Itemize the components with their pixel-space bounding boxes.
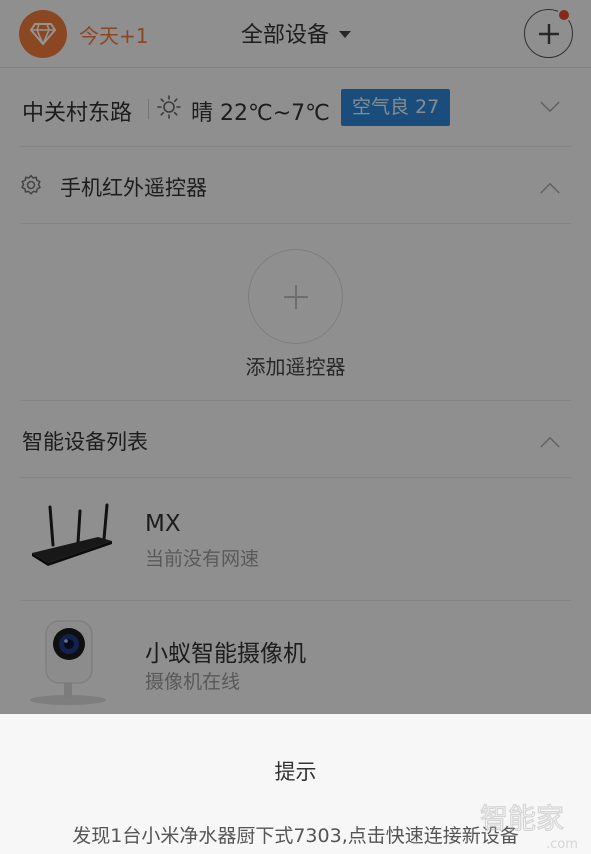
app-screen: 今天+1 全部设备 中关村东路 晴 22℃~7℃ 空气良 27 手机红外遥控器 … — [0, 0, 591, 854]
new-device-dialog[interactable]: 提示 发现1台小米净水器厨下式7303,点击快速连接新设备 智能家 .com — [0, 714, 591, 854]
watermark-suffix: .com — [546, 837, 578, 852]
dialog-title: 提示 — [274, 760, 317, 784]
watermark-logo: 智能家 .com — [479, 801, 578, 852]
watermark-text: 智能家 — [480, 802, 564, 835]
